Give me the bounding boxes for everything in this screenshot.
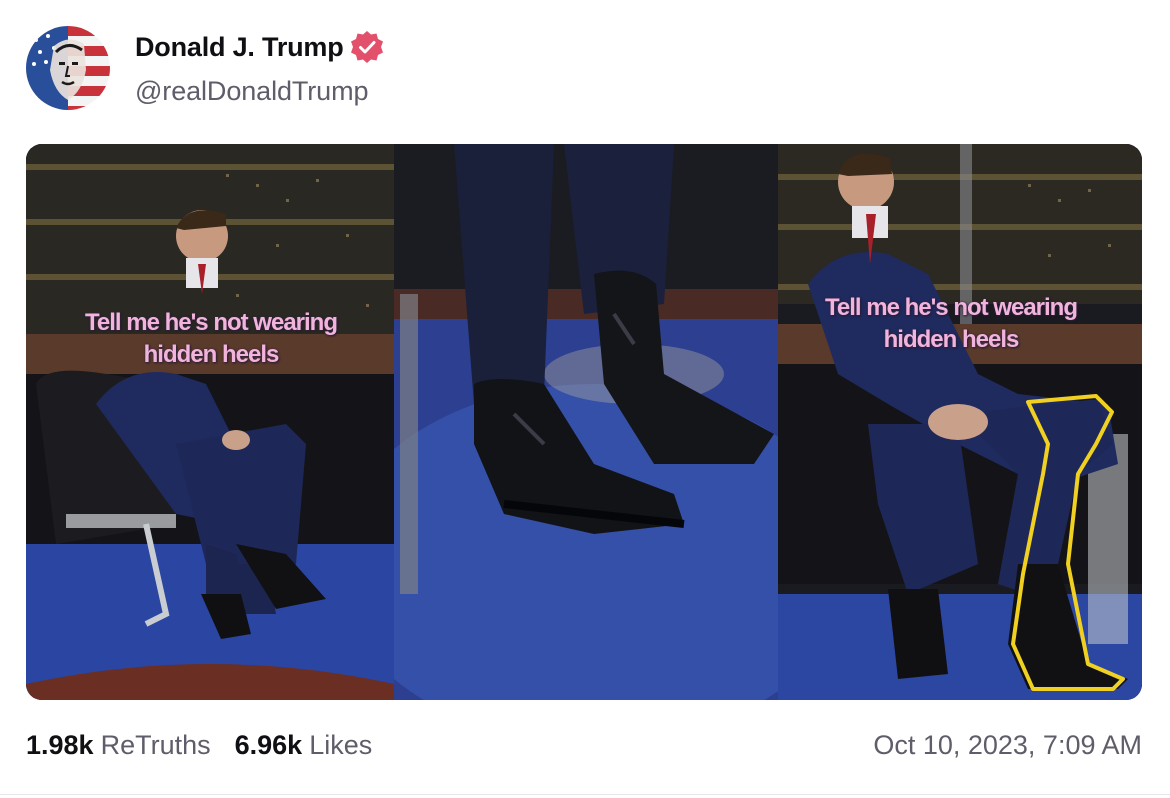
verified-badge-icon: [350, 31, 383, 63]
media-panel-2: [394, 144, 778, 700]
media-panel-3: Tell me he's not wearing hidden heels: [778, 144, 1142, 700]
panel-3-image: [778, 144, 1142, 700]
likes-label: Likes: [309, 730, 373, 760]
panel-2-image: [394, 144, 778, 700]
avatar-image: [26, 26, 110, 110]
panel-3-caption-line-2: hidden heels: [883, 326, 1020, 353]
post-timestamp[interactable]: Oct 10, 2023, 7:09 AM: [873, 730, 1142, 761]
author-handle[interactable]: @realDonaldTrump: [135, 76, 369, 107]
retruths-stat[interactable]: 1.98k ReTruths: [26, 730, 211, 761]
panel-3-caption: Tell me he's not wearing hidden heels: [786, 292, 1116, 356]
bottom-divider: [0, 794, 1170, 795]
author-name[interactable]: Donald J. Trump: [135, 32, 344, 63]
author-row: Donald J. Trump: [135, 30, 384, 64]
panel-1-caption: Tell me he's not wearing hidden heels: [46, 307, 376, 371]
likes-stat[interactable]: 6.96k Likes: [235, 730, 373, 761]
retruths-count: 1.98k: [26, 730, 94, 760]
panel-1-image: [26, 144, 394, 700]
post-header: Donald J. Trump @realDonaldTrump: [26, 26, 626, 110]
post-footer: 1.98k ReTruths 6.96k Likes Oct 10, 2023, 7…: [26, 730, 1142, 770]
avatar[interactable]: [26, 26, 110, 110]
panel-1-caption-line-1: Tell me he's not wearing: [85, 309, 338, 336]
post-media[interactable]: Tell me he's not wearing hidden heels Te…: [26, 144, 1142, 700]
media-panel-1: Tell me he's not wearing hidden heels: [26, 144, 394, 700]
post-stats: 1.98k ReTruths 6.96k Likes: [26, 730, 372, 761]
panel-1-caption-line-2: hidden heels: [143, 341, 280, 368]
panel-3-caption-line-1: Tell me he's not wearing: [825, 294, 1078, 321]
retruths-label: ReTruths: [100, 730, 211, 760]
likes-count: 6.96k: [234, 730, 303, 760]
